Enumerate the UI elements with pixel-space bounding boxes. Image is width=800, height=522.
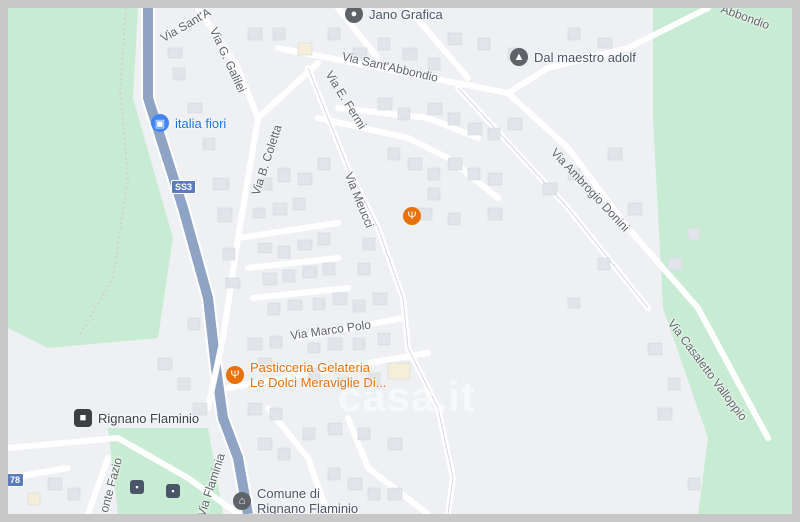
map-canvas[interactable]: Via Sant'A Via G. Galilei Via Sant'Abbon…: [8, 8, 792, 514]
poi-rignano-station[interactable]: ■ Rignano Flaminio: [74, 409, 199, 427]
poi-label: italia fiori: [175, 115, 227, 131]
map-base: [8, 8, 792, 514]
poi-restaurant-marker[interactable]: Ψ: [403, 207, 421, 225]
poi-dal-maestro[interactable]: ▲ Dal maestro adolf: [510, 48, 636, 66]
poi-pasticceria[interactable]: Ψ Pasticceria Gelateria Le Dolci Meravig…: [226, 360, 387, 390]
poi-label-line1: Comune di: [257, 486, 320, 501]
poi-label-line1: Pasticceria Gelateria: [250, 360, 370, 375]
poi-italia-fiori[interactable]: ▣ italia fiori: [151, 114, 226, 132]
fork-knife-icon: Ψ: [403, 207, 421, 225]
poi-jano-grafica[interactable]: ● Jano Grafica: [345, 8, 443, 23]
fork-knife-icon: Ψ: [226, 366, 244, 384]
bus-stop-icon[interactable]: ▪: [166, 484, 180, 498]
map-frame: Via Sant'A Via G. Galilei Via Sant'Abbon…: [0, 0, 800, 522]
poi-label: Rignano Flaminio: [98, 410, 200, 426]
poi-label: Dal maestro adolf: [534, 49, 636, 65]
city-hall-icon: ⌂: [233, 492, 251, 510]
train-icon: ■: [74, 409, 92, 427]
road-shield-ss3: SS3: [171, 180, 197, 194]
shopping-bag-icon: ▣: [151, 114, 169, 132]
location-pin-icon: ●: [345, 8, 363, 23]
bus-stop-icon[interactable]: ▪: [130, 480, 144, 494]
poi-label-line2: Rignano Flaminio: [257, 501, 359, 514]
poi-label: Jano Grafica: [369, 8, 443, 22]
graduation-cap-icon: ▲: [510, 48, 528, 66]
poi-comune[interactable]: ⌂ Comune di Rignano Flaminio: [233, 486, 358, 514]
poi-label-line2: Le Dolci Meraviglie Di...: [250, 375, 387, 390]
road-shield-edge: 78: [8, 473, 25, 487]
